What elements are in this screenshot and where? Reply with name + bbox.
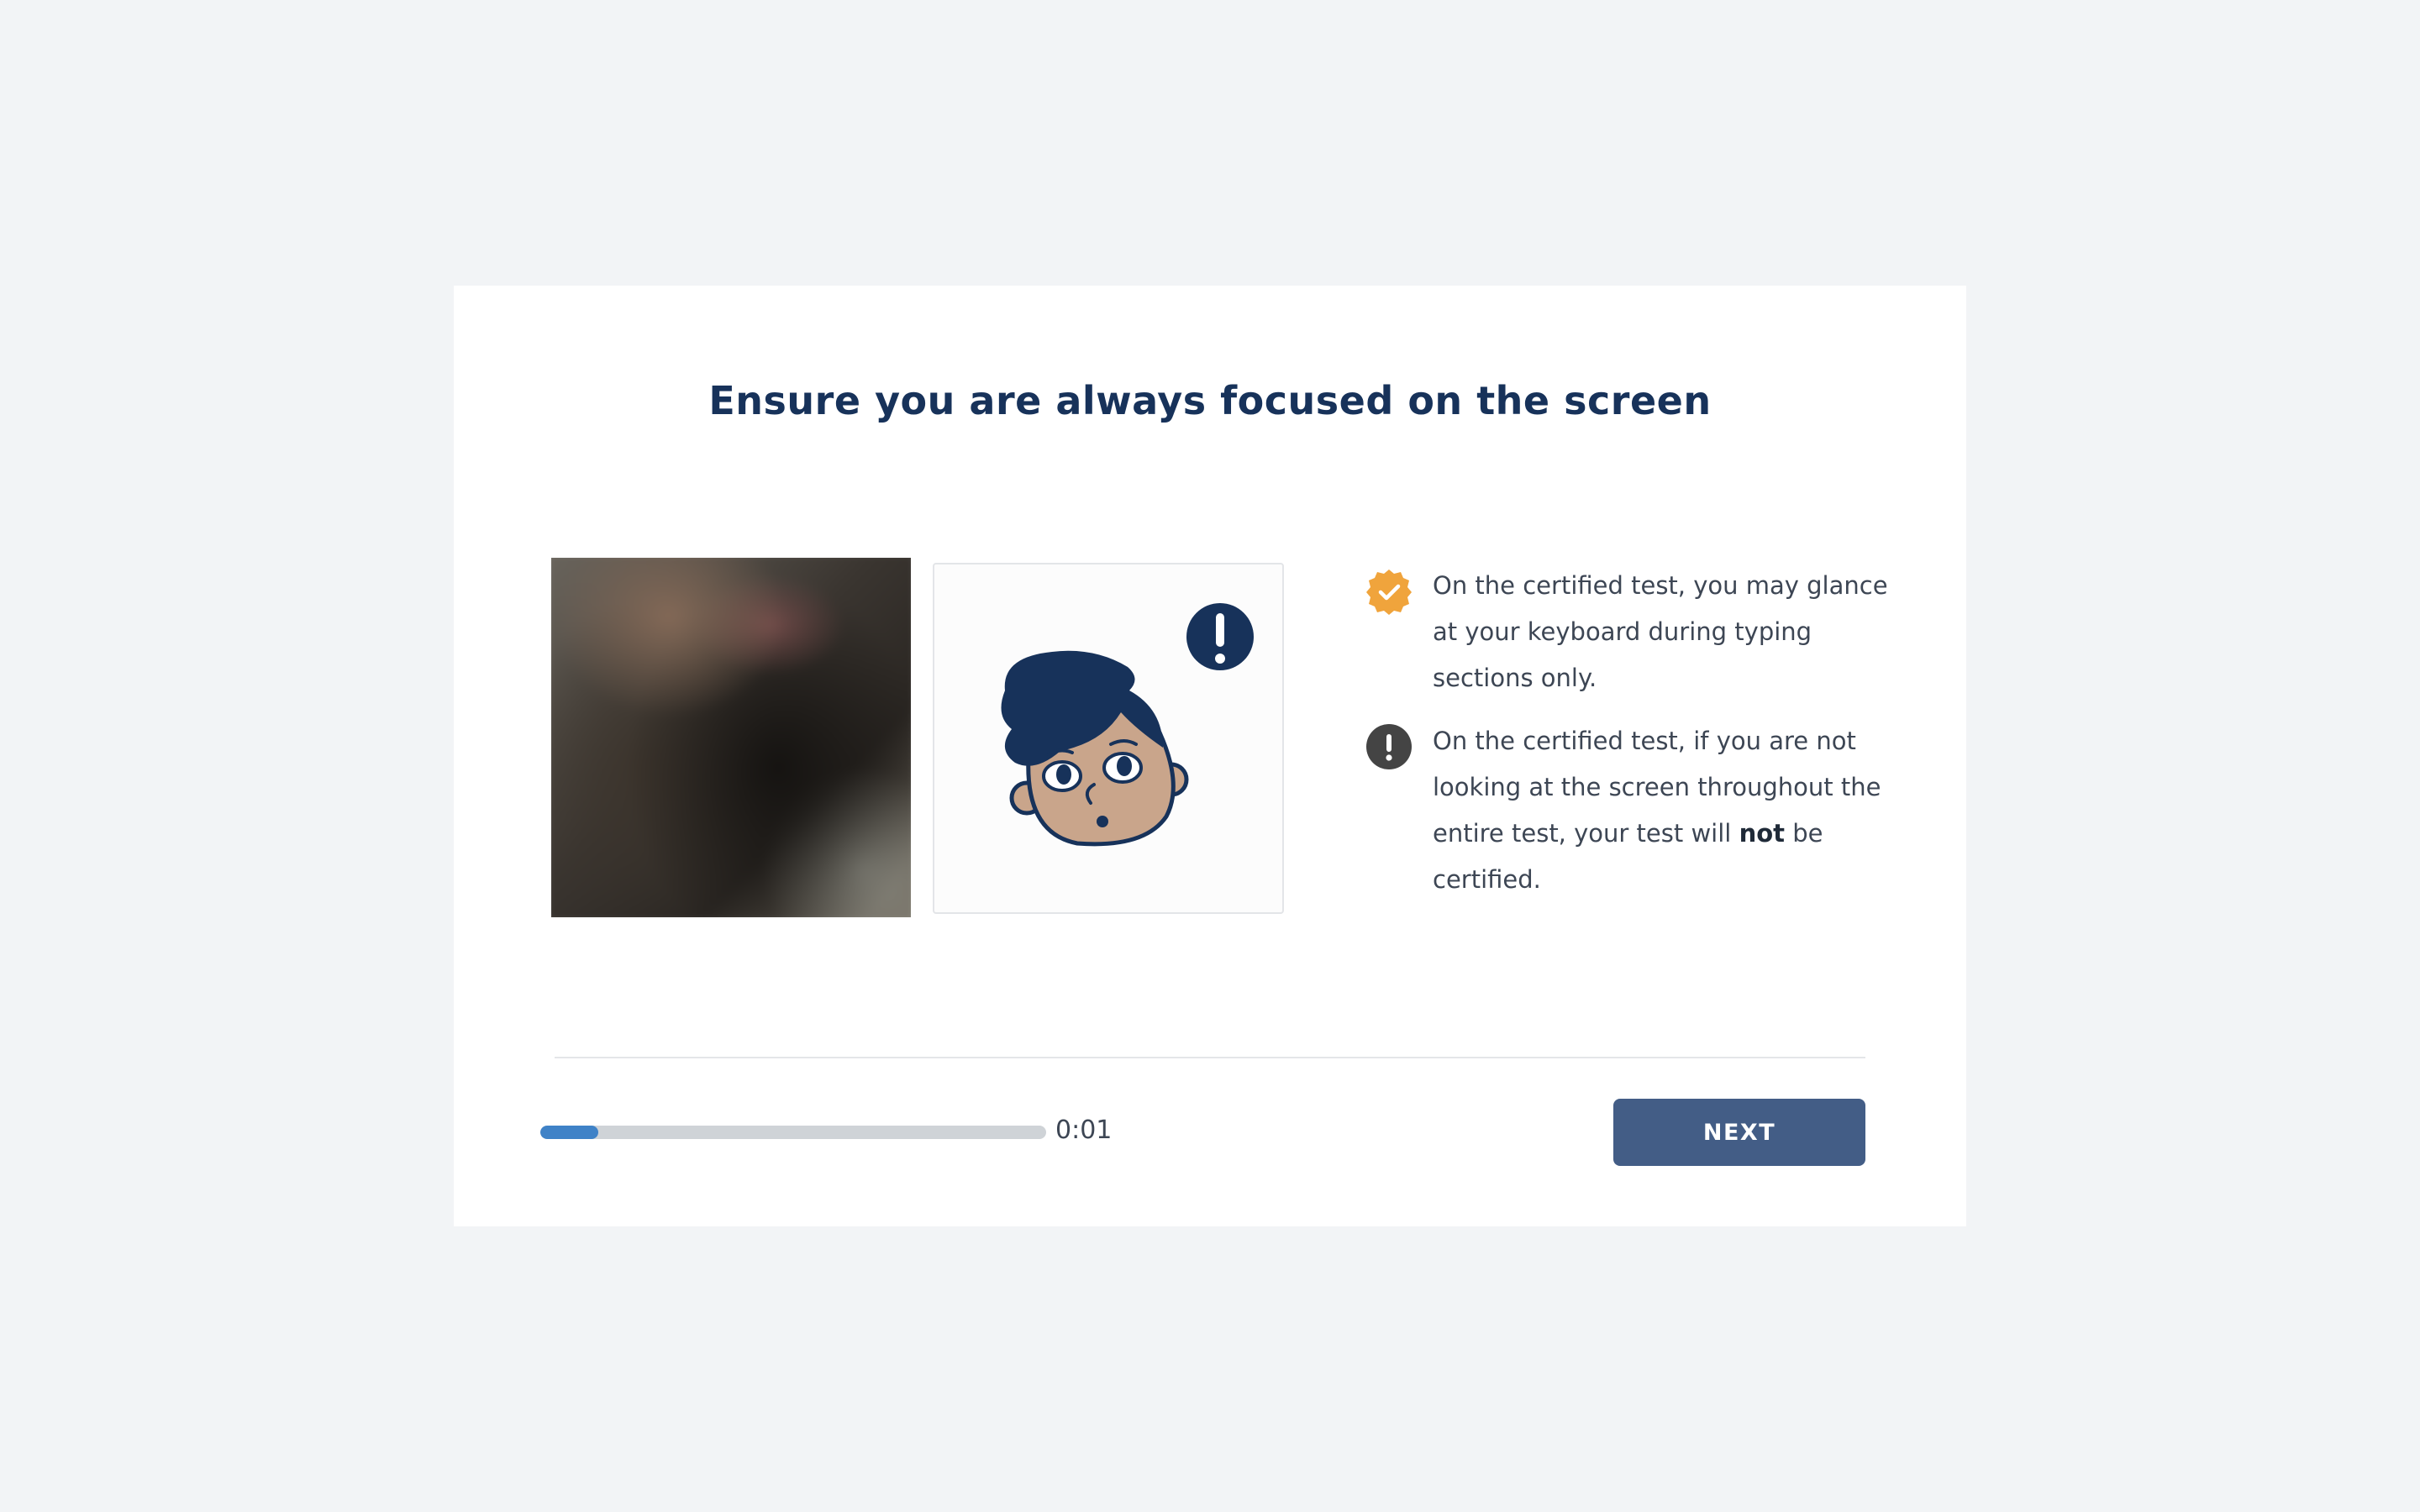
looking-away-illustration — [933, 563, 1284, 914]
webcam-feed-blurred — [551, 558, 911, 917]
timer-progress-bar — [540, 1126, 1046, 1139]
timer-progress-fill — [540, 1126, 599, 1139]
webcam-preview — [551, 558, 911, 917]
page-title: Ensure you are always focused on the scr… — [708, 378, 1712, 423]
next-button[interactable]: NEXT — [1613, 1099, 1865, 1166]
note-keyboard-text: On the certified test, you may glance at… — [1433, 571, 1888, 692]
exclamation-circle-icon — [1366, 724, 1412, 769]
note-screen-focus: On the certified test, if you are not lo… — [1365, 718, 1903, 903]
main-card: Ensure you are always focused on the scr… — [454, 286, 1966, 1226]
alert-badge-icon — [1186, 603, 1254, 670]
check-badge-icon — [1366, 570, 1412, 615]
note-focus-text-bold: not — [1739, 819, 1786, 848]
note-keyboard-glance: On the certified test, you may glance at… — [1365, 563, 1903, 701]
timer-label: 0:01 — [1055, 1116, 1113, 1145]
face-looking-away-icon — [1001, 603, 1254, 847]
certification-notes: On the certified test, you may glance at… — [1365, 563, 1903, 920]
footer-divider — [555, 1057, 1865, 1058]
